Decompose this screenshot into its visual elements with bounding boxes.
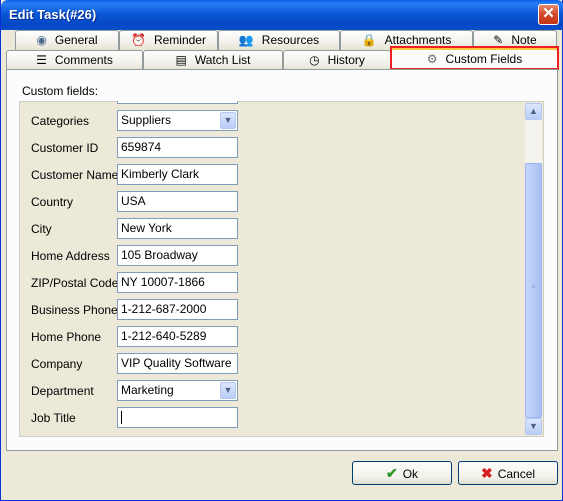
people-icon: 👥 [238,32,254,47]
field-label: City [31,222,52,236]
text-caret [121,411,122,424]
field-label: Customer ID [31,141,99,155]
title-bar[interactable]: Edit Task(#26) ✕ [1,0,563,30]
dropdown-value: Marketing [121,383,174,397]
field-label: Country [31,195,74,209]
company-field[interactable]: VIP Quality Software [117,353,238,374]
business-phone-field[interactable]: 1-212-687-2000 [117,299,238,320]
tab-comments[interactable]: ☰ Comments [6,50,143,70]
active-tab-highlight [390,46,559,70]
cancel-x-icon: ✖ [480,465,493,481]
home-phone-field[interactable]: 1-212-640-5289 [117,326,238,347]
field-label: Customer Name [31,168,119,182]
ok-button[interactable]: ✔ Ok [352,461,452,485]
department-dropdown[interactable]: Marketing ▼ [117,380,238,401]
customer-id-field[interactable]: 659874 [117,137,238,158]
scroll-up-icon[interactable]: ▲ [525,103,542,120]
field-label: Department [31,384,94,398]
zip-postal-code-field[interactable]: NY 10007-1866 [117,272,238,293]
tab-reminder[interactable]: ⏰ Reminder [119,30,218,50]
cancel-label: Cancel [497,467,536,481]
ok-label: Ok [402,467,419,481]
field-label: Categories [31,114,90,128]
home-address-field[interactable]: 105 Broadway [117,245,238,266]
tab-label: General [54,33,98,47]
scroll-down-icon[interactable]: ▼ [525,418,542,435]
tab-general[interactable]: ◉ General [15,30,119,50]
alarm-clock-icon: ⏰ [131,32,146,47]
tab-label: Watch List [194,53,251,67]
clipped-field-top [117,101,238,104]
chevron-down-icon[interactable]: ▼ [220,112,236,129]
tab-watch-list[interactable]: ▤ Watch List [143,50,283,70]
chevron-down-icon[interactable]: ▼ [220,382,236,399]
close-icon: ✕ [542,5,555,22]
tab-label: Attachments [384,33,452,47]
edit-task-window: Edit Task(#26) ✕ ◉ General ⏰ Reminder 👥 Res… [0,0,563,501]
field-label: Home Phone [31,330,102,344]
city-field[interactable]: New York [117,218,238,239]
country-field[interactable]: USA [117,191,238,212]
watch-list-icon: ▤ [175,52,187,67]
tab-label: Resources [261,33,320,47]
dropdown-value: Suppliers [121,113,172,127]
custom-fields-label: Custom fields: [22,84,99,98]
padlock-icon: 🔒 [361,32,377,47]
tab-label: Reminder [153,33,206,47]
comments-icon: ☰ [36,52,47,67]
field-label: ZIP/Postal Code [31,276,119,290]
cancel-button[interactable]: ✖ Cancel [458,461,558,485]
tab-label: History [327,53,365,67]
categories-dropdown[interactable]: Suppliers ▼ [117,110,238,131]
job-title-field[interactable] [117,407,238,428]
field-label: Home Address [31,249,110,263]
scroll-thumb[interactable]: ≡ [525,163,542,418]
field-label: Business Phone [31,303,118,317]
field-label: Company [31,357,83,371]
history-icon: ◷ [309,52,320,67]
customer-name-field[interactable]: Kimberly Clark [117,164,238,185]
close-button[interactable]: ✕ [538,4,559,25]
tab-label: Comments [54,53,113,67]
field-label: Job Title [31,411,76,425]
window-title: Edit Task(#26) [9,7,97,22]
tab-history[interactable]: ◷ History [283,50,391,70]
vertical-scrollbar[interactable]: ▲ ≡ ▼ [525,103,542,435]
tab-resources[interactable]: 👥 Resources [218,30,340,50]
globe-icon: ◉ [36,32,47,47]
tab-label: Note [511,33,537,47]
checkmark-icon: ✔ [385,465,398,481]
